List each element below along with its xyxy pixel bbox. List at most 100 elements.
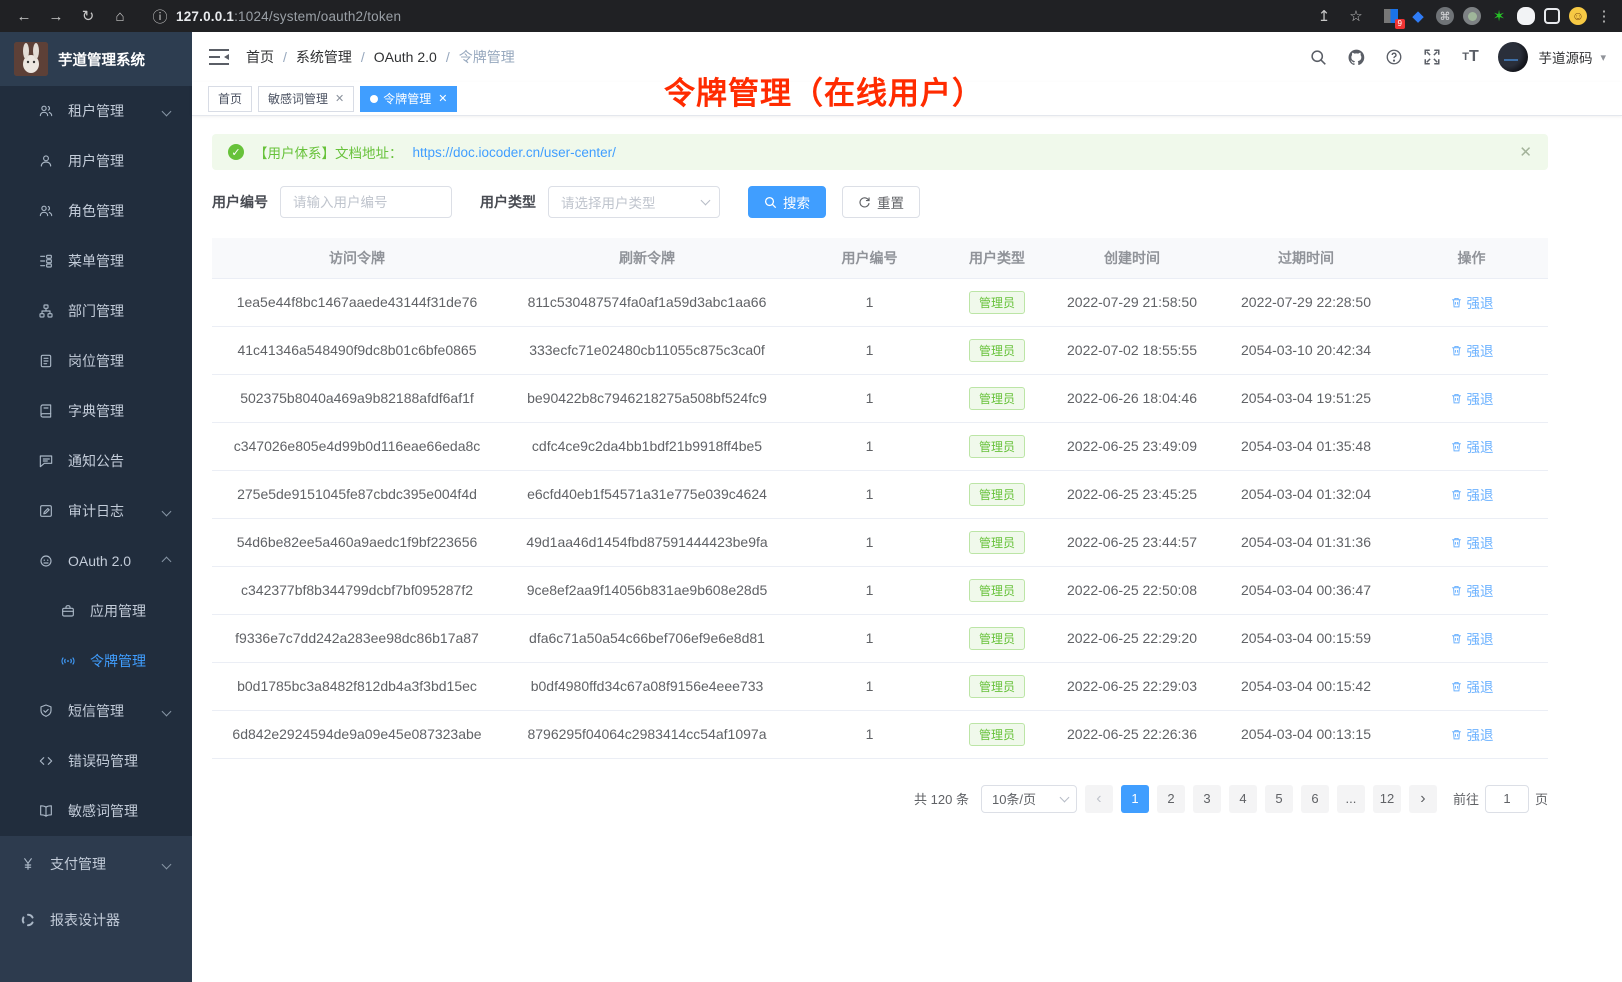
app-logo-row[interactable]: 芋道管理系统 (0, 32, 192, 86)
table-header-cell: 操作 (1395, 238, 1548, 278)
force-logout-button[interactable]: 强退 (1450, 580, 1494, 600)
sidebar-item-dict[interactable]: 字典管理 (0, 386, 192, 436)
extension-circle-icon[interactable] (1463, 7, 1481, 25)
sidebar-item-report[interactable]: 报表设计器 (0, 892, 192, 948)
force-logout-button[interactable]: 强退 (1450, 484, 1494, 504)
user-type-badge: 管理员 (969, 339, 1025, 362)
sidebar-item-sms[interactable]: 短信管理 (0, 686, 192, 736)
user-type-badge: 管理员 (969, 483, 1025, 506)
force-logout-button[interactable]: 强退 (1450, 628, 1494, 648)
font-size-icon[interactable]: TT (1460, 47, 1480, 67)
sidebar-item-tenant[interactable]: 租户管理 (0, 86, 192, 136)
sidebar-item-label: 支付管理 (50, 854, 106, 874)
yen-icon (20, 856, 36, 872)
bookmark-star-icon[interactable]: ☆ (1342, 4, 1370, 28)
force-logout-button[interactable]: 强退 (1450, 388, 1494, 408)
goto-page-input[interactable] (1485, 785, 1529, 813)
hamburger-icon[interactable] (208, 47, 230, 67)
sidebar-item-oauth-app[interactable]: 应用管理 (0, 586, 192, 636)
force-logout-button[interactable]: 强退 (1450, 676, 1494, 696)
user-type-badge: 管理员 (969, 579, 1025, 602)
force-logout-button[interactable]: 强退 (1450, 436, 1494, 456)
alert-link[interactable]: https://doc.iocoder.cn/user-center/ (413, 145, 616, 160)
search-icon[interactable] (1308, 47, 1328, 67)
page-button-4[interactable]: 4 (1229, 785, 1257, 813)
access-token-cell: 502375b8040a469a9b82188afdf6af1f (212, 374, 502, 422)
goto-label: 前往 (1453, 789, 1479, 808)
alert-close-icon[interactable]: ✕ (1519, 143, 1532, 161)
page-button-1[interactable]: 1 (1121, 785, 1149, 813)
sidebar-menu: 租户管理用户管理角色管理菜单管理部门管理岗位管理字典管理通知公告审计日志OAut… (0, 86, 192, 982)
extension-command-icon[interactable]: ⌘ (1436, 7, 1454, 25)
extension-gem-icon[interactable]: ◆ (1409, 7, 1427, 25)
sidebar-item-post[interactable]: 岗位管理 (0, 336, 192, 386)
user-id-input[interactable] (280, 186, 452, 218)
trash-icon (1450, 584, 1463, 597)
sidebar-item-menu[interactable]: 菜单管理 (0, 236, 192, 286)
breadcrumb-item[interactable]: 系统管理 (296, 47, 352, 67)
avatar[interactable] (1498, 42, 1528, 72)
breadcrumb-item[interactable]: OAuth 2.0 (374, 49, 437, 65)
table-header-cell: 创建时间 (1047, 238, 1217, 278)
sidebar-item-pay[interactable]: 支付管理 (0, 836, 192, 892)
page-button-2[interactable]: 2 (1157, 785, 1185, 813)
close-icon[interactable]: ✕ (335, 92, 344, 105)
force-logout-button[interactable]: 强退 (1450, 724, 1494, 744)
browser-menu-icon[interactable]: ⋮ (1596, 4, 1612, 28)
sidebar-item-oauth[interactable]: OAuth 2.0 (0, 536, 192, 586)
sidebar-item-oauth-token[interactable]: 令牌管理 (0, 636, 192, 686)
page-button-12[interactable]: 12 (1373, 785, 1401, 813)
tab-令牌管理[interactable]: 令牌管理✕ (360, 86, 457, 112)
sidebar-item-label: 报表设计器 (50, 910, 120, 930)
tab-label: 首页 (218, 90, 242, 107)
breadcrumb: 首页/系统管理/OAuth 2.0/令牌管理 (246, 47, 515, 67)
sidebar-item-notice[interactable]: 通知公告 (0, 436, 192, 486)
profile-emoji-icon[interactable]: ☺ (1569, 7, 1587, 25)
help-icon[interactable] (1384, 47, 1404, 67)
sidebar-item-errcode[interactable]: 错误码管理 (0, 736, 192, 786)
sidebar-toggle-icon[interactable] (1544, 8, 1560, 24)
extension-grid-icon[interactable]: 9 (1382, 7, 1400, 25)
reset-button[interactable]: 重置 (842, 186, 920, 218)
extension-puzzle-icon[interactable] (1517, 7, 1535, 25)
page-button-5[interactable]: 5 (1265, 785, 1293, 813)
refresh-icon (858, 196, 871, 209)
user-type-select[interactable]: 请选择用户类型 (548, 186, 720, 218)
browser-home-icon[interactable]: ⌂ (106, 4, 134, 28)
force-logout-button[interactable]: 强退 (1450, 292, 1494, 312)
browser-forward-icon[interactable]: → (42, 4, 70, 28)
force-logout-button[interactable]: 强退 (1450, 340, 1494, 360)
tab-敏感词管理[interactable]: 敏感词管理✕ (258, 86, 354, 112)
page-content: ✓ 【用户体系】文档地址： https://doc.iocoder.cn/use… (192, 116, 1548, 813)
prev-page-button[interactable]: ‹ (1085, 785, 1113, 813)
close-icon[interactable]: ✕ (438, 92, 447, 105)
sidebar-item-user[interactable]: 用户管理 (0, 136, 192, 186)
page-button-6[interactable]: 6 (1301, 785, 1329, 813)
next-page-button[interactable]: › (1409, 785, 1437, 813)
fullscreen-icon[interactable] (1422, 47, 1442, 67)
sidebar-item-role[interactable]: 角色管理 (0, 186, 192, 236)
user-name[interactable]: 芋道源码 (1538, 47, 1592, 67)
github-icon[interactable] (1346, 47, 1366, 67)
url-bar[interactable]: ⓘ 127.0.0.1:1024/system/oauth2/token (138, 4, 1306, 28)
chevron-down-icon[interactable]: ▾ (1600, 51, 1606, 64)
user-id-cell: 1 (792, 710, 947, 758)
more-pages-button[interactable]: ... (1337, 785, 1365, 813)
extension-star-icon[interactable]: ✶ (1490, 7, 1508, 25)
share-icon[interactable]: ↥ (1310, 4, 1338, 28)
sidebar-item-label: 错误码管理 (68, 751, 138, 771)
breadcrumb-item[interactable]: 首页 (246, 47, 274, 67)
filter-user-type-label: 用户类型 (480, 192, 536, 212)
browser-reload-icon[interactable]: ↻ (74, 4, 102, 28)
search-button[interactable]: 搜索 (748, 186, 826, 218)
sidebar-item-dept[interactable]: 部门管理 (0, 286, 192, 336)
force-logout-button[interactable]: 强退 (1450, 532, 1494, 552)
breadcrumb-item: 令牌管理 (459, 47, 515, 67)
page-size-select[interactable]: 10条/页 (981, 785, 1077, 813)
tab-首页[interactable]: 首页 (208, 86, 252, 112)
page-info-icon[interactable]: ⓘ (152, 4, 168, 28)
sidebar-item-sensitive[interactable]: 敏感词管理 (0, 786, 192, 836)
sidebar-item-audit[interactable]: 审计日志 (0, 486, 192, 536)
browser-back-icon[interactable]: ← (10, 4, 38, 28)
page-button-3[interactable]: 3 (1193, 785, 1221, 813)
